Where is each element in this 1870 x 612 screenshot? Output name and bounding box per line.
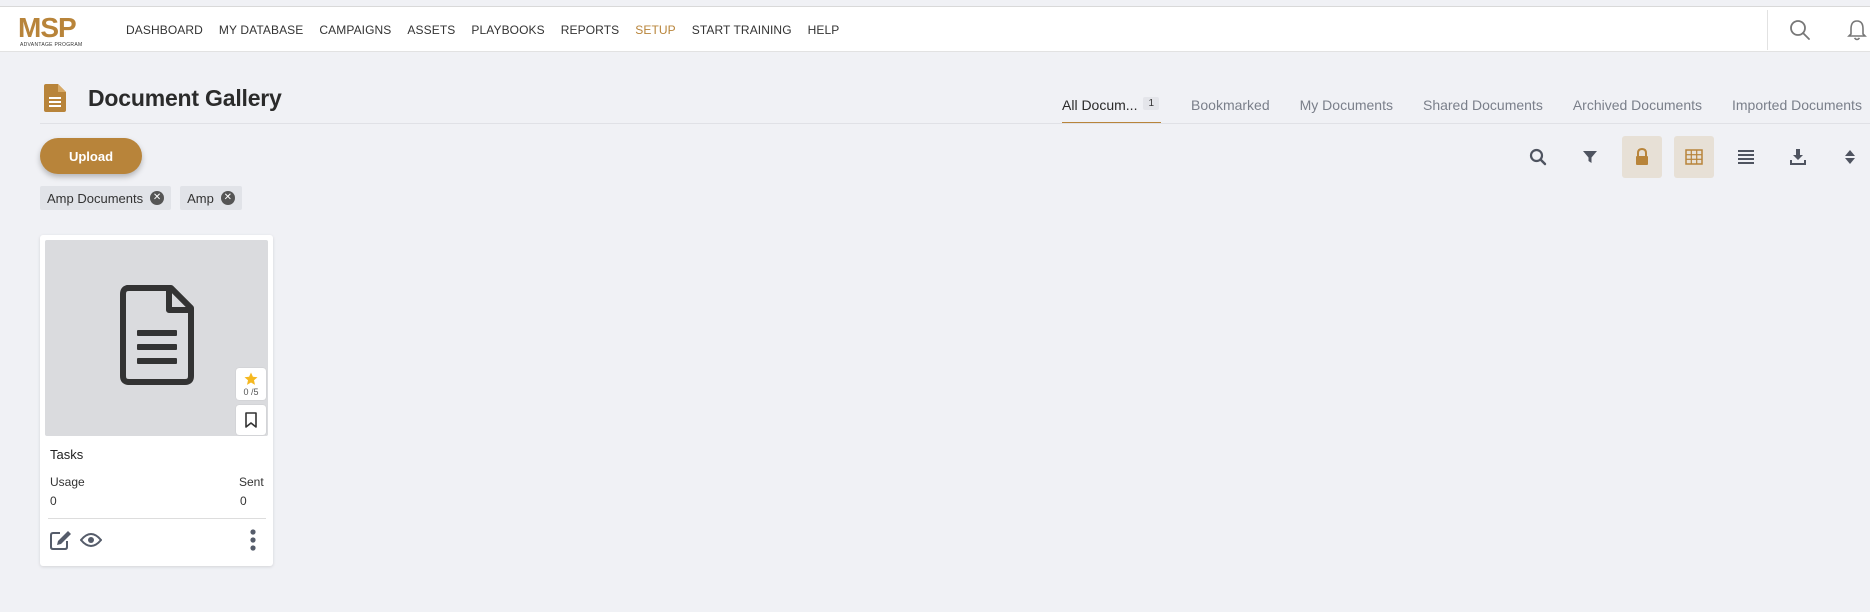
tabs-divider xyxy=(40,123,1870,124)
document-title[interactable]: Tasks xyxy=(50,447,83,462)
sent-label: Sent xyxy=(239,475,264,489)
tab-label: Shared Documents xyxy=(1422,97,1543,113)
list-view-icon[interactable] xyxy=(1726,136,1766,178)
top-right-actions xyxy=(1767,7,1870,53)
view-toolbar xyxy=(1506,136,1870,178)
tab-bookmarked[interactable]: Bookmarked xyxy=(1191,90,1270,124)
tab-label: My Documents xyxy=(1299,97,1393,113)
sent-value: 0 xyxy=(240,494,247,508)
tab-all-documents[interactable]: All Docum... 1 xyxy=(1062,90,1162,124)
tab-my-documents[interactable]: My Documents xyxy=(1300,90,1393,124)
nav-campaigns[interactable]: CAMPAIGNS xyxy=(319,23,391,37)
grid-view-icon[interactable] xyxy=(1674,136,1714,178)
tab-label: All Docum... xyxy=(1062,97,1138,113)
filter-chip-label: Amp xyxy=(187,190,214,206)
bookmark-icon xyxy=(245,412,257,428)
download-icon[interactable] xyxy=(1778,136,1818,178)
usage-label: Usage xyxy=(50,475,85,489)
active-filters: Amp Documents ✕ Amp ✕ xyxy=(40,186,251,210)
tab-count-badge: 1 xyxy=(1143,97,1160,110)
more-options-icon[interactable] xyxy=(240,527,266,553)
rating-value: 0 /5 xyxy=(243,386,259,397)
nav-setup[interactable]: SETUP xyxy=(635,23,676,37)
nav-start-training[interactable]: START TRAINING xyxy=(692,23,792,37)
nav-my-database[interactable]: MY DATABASE xyxy=(219,23,303,37)
divider xyxy=(1767,10,1768,50)
tab-archived-documents[interactable]: Archived Documents xyxy=(1573,90,1702,124)
remove-filter-icon[interactable]: ✕ xyxy=(220,191,235,205)
edit-icon[interactable] xyxy=(48,527,74,553)
tab-imported-documents[interactable]: Imported Documents xyxy=(1732,90,1862,124)
file-icon xyxy=(120,285,194,385)
filter-icon[interactable] xyxy=(1570,136,1610,178)
preview-eye-icon[interactable] xyxy=(78,527,104,553)
document-icon xyxy=(44,84,66,112)
filter-chip-label: Amp Documents xyxy=(47,190,144,206)
upload-button[interactable]: Upload xyxy=(40,138,142,174)
svg-text:MSP: MSP xyxy=(18,13,76,43)
card-divider xyxy=(48,518,266,519)
tab-shared-documents[interactable]: Shared Documents xyxy=(1423,90,1543,124)
svg-text:ADVANTAGE PROGRAM: ADVANTAGE PROGRAM xyxy=(20,42,82,48)
main-nav: DASHBOARD MY DATABASE CAMPAIGNS ASSETS P… xyxy=(126,7,855,53)
document-tabs: All Docum... 1 Bookmarked My Documents S… xyxy=(1062,90,1870,124)
document-thumbnail[interactable]: 0 /5 xyxy=(45,240,268,436)
tab-label: Imported Documents xyxy=(1732,97,1862,113)
nav-assets[interactable]: ASSETS xyxy=(407,23,455,37)
top-navbar: MSP ADVANTAGE PROGRAM DASHBOARD MY DATAB… xyxy=(0,6,1870,52)
search-icon[interactable] xyxy=(1786,16,1814,44)
filter-chip: Amp Documents ✕ xyxy=(40,186,172,210)
remove-filter-icon[interactable]: ✕ xyxy=(150,191,165,205)
search-icon[interactable] xyxy=(1518,136,1558,178)
card-actions xyxy=(48,527,266,553)
tab-label: Archived Documents xyxy=(1572,97,1702,113)
tab-label: Bookmarked xyxy=(1191,97,1270,113)
document-card[interactable]: 0 /5 Tasks Usage 0 Sent 0 xyxy=(40,235,273,566)
filter-chip: Amp ✕ xyxy=(180,186,242,210)
nav-reports[interactable]: REPORTS xyxy=(561,23,620,37)
page-title: Document Gallery xyxy=(88,84,282,111)
nav-help[interactable]: HELP xyxy=(808,23,840,37)
nav-playbooks[interactable]: PLAYBOOKS xyxy=(471,23,544,37)
rating-badge[interactable]: 0 /5 xyxy=(236,368,266,400)
nav-dashboard[interactable]: DASHBOARD xyxy=(126,23,203,37)
page-header: Document Gallery xyxy=(44,80,282,116)
bookmark-button[interactable] xyxy=(236,405,266,435)
bell-icon[interactable] xyxy=(1844,16,1870,44)
usage-value: 0 xyxy=(50,494,57,508)
sort-icon[interactable] xyxy=(1830,136,1870,178)
star-icon xyxy=(244,372,258,385)
lock-icon[interactable] xyxy=(1622,136,1662,178)
msp-logo[interactable]: MSP ADVANTAGE PROGRAM xyxy=(18,13,100,49)
